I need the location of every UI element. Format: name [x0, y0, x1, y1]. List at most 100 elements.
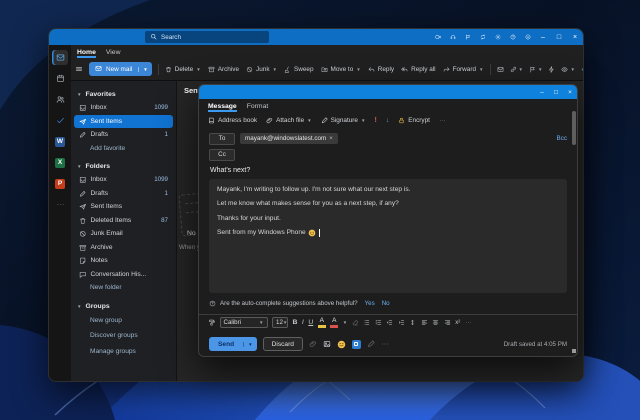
discard-button[interactable]: Discard — [263, 337, 303, 351]
sidebar-item-new-group[interactable]: New group — [74, 313, 173, 329]
hamburger-menu-icon[interactable] — [75, 65, 83, 73]
autocomplete-yes-link[interactable]: Yes — [365, 300, 375, 307]
message-body-editor[interactable]: Mayank, I'm writing to follow up. I'm no… — [209, 179, 567, 293]
paperclip-button[interactable] — [309, 340, 317, 348]
link-button[interactable]: ▼ — [510, 66, 523, 73]
flag-icon[interactable] — [460, 29, 475, 45]
more-button[interactable] — [439, 117, 446, 124]
numbering-button[interactable] — [375, 319, 382, 326]
indent-button[interactable] — [398, 319, 405, 326]
eraser-button[interactable] — [352, 319, 359, 326]
cc-button[interactable]: Cc — [209, 149, 235, 161]
reply-button[interactable]: Reply — [368, 66, 394, 73]
address-book-button[interactable]: Address book — [208, 117, 257, 124]
encrypt-button[interactable]: Encrypt — [398, 117, 430, 124]
subject-field[interactable]: What's next? — [209, 164, 567, 179]
send-dropdown[interactable]: ▼ — [243, 342, 256, 347]
sidebar-section-groups[interactable]: ▼Groups — [71, 300, 176, 313]
underline-button[interactable]: U — [308, 319, 313, 326]
maximize-button[interactable]: □ — [551, 29, 567, 45]
rail-item-more[interactable] — [52, 197, 68, 212]
sidebar-item-deleted-items[interactable]: Deleted Items87 — [74, 214, 173, 228]
loop-component-button[interactable] — [352, 340, 361, 349]
sidebar-item-sent-items[interactable]: Sent Items — [74, 115, 173, 129]
emoji-button[interactable] — [337, 340, 346, 349]
sidebar-item-conversation-his-[interactable]: Conversation His... — [74, 268, 173, 282]
sidebar-item-drafts[interactable]: Drafts1 — [74, 128, 173, 142]
new-mail-dropdown[interactable]: ▼ — [138, 67, 151, 72]
gear-icon[interactable] — [490, 29, 505, 45]
help-icon[interactable] — [505, 29, 520, 45]
painter-button[interactable] — [208, 319, 215, 326]
bullets-button[interactable] — [363, 319, 370, 326]
new-mail-button[interactable]: New mail ▼ — [89, 62, 152, 76]
rail-item-todo[interactable] — [52, 113, 68, 128]
compose-tab-format[interactable]: Format — [247, 103, 269, 112]
forward-button[interactable]: Forward▼ — [443, 66, 484, 73]
bcc-link[interactable]: Bcc — [557, 135, 568, 142]
compose-scrollbar[interactable] — [572, 101, 576, 353]
image-button[interactable] — [323, 340, 331, 348]
sidebar-item-notes[interactable]: Notes — [74, 254, 173, 268]
sidebar-item-junk-email[interactable]: Junk Email — [74, 227, 173, 241]
rail-item-people[interactable] — [52, 92, 68, 107]
eye-button[interactable]: ▼ — [561, 66, 574, 73]
flag-button[interactable]: ▼ — [529, 66, 542, 73]
move-to-button[interactable]: Move to▼ — [321, 66, 361, 73]
minimize-button[interactable]: – — [535, 29, 551, 45]
junk-button[interactable]: Junk▼ — [246, 66, 277, 73]
compose-close-button[interactable]: × — [563, 85, 577, 99]
importance-high-button[interactable]: ! — [374, 117, 376, 124]
delete-button[interactable]: Delete▼ — [165, 66, 201, 73]
sidebar-item-discover-groups[interactable]: Discover groups — [74, 328, 173, 344]
sidebar-item-inbox[interactable]: Inbox1099 — [74, 173, 173, 187]
draw-button[interactable] — [367, 340, 375, 348]
recipient-chip[interactable]: mayank@windowslatest.com × — [240, 133, 338, 144]
close-button[interactable]: × — [567, 29, 583, 45]
bold-button[interactable]: B — [293, 319, 298, 326]
font-size-select[interactable]: 12▼ — [272, 317, 288, 328]
importance-low-button[interactable]: ↓ — [386, 117, 390, 124]
sweep-button[interactable]: Sweep — [284, 66, 314, 73]
superscript-button[interactable]: x² — [455, 320, 460, 326]
remove-recipient-icon[interactable]: × — [329, 136, 333, 142]
sidebar-item-sent-items[interactable]: Sent Items — [74, 200, 173, 214]
italic-button[interactable]: I — [302, 319, 304, 326]
ribbon-tab-view[interactable]: View — [106, 49, 121, 58]
more-button[interactable] — [381, 340, 389, 348]
camera-icon[interactable] — [430, 29, 445, 45]
signature-button[interactable]: Signature▼ — [321, 117, 366, 124]
highlight-button[interactable]: A — [318, 318, 326, 328]
to-button[interactable]: To — [209, 133, 235, 145]
more-button[interactable] — [465, 319, 472, 326]
spacing-button[interactable] — [409, 319, 416, 326]
rail-item-word[interactable]: W — [52, 134, 68, 149]
rail-item-calendar[interactable] — [52, 71, 68, 86]
headset-icon[interactable] — [445, 29, 460, 45]
attach-file-button[interactable]: Attach file▼ — [266, 117, 312, 124]
compose-maximize-button[interactable]: □ — [549, 85, 563, 99]
rail-item-excel[interactable]: X — [52, 155, 68, 170]
autocomplete-no-link[interactable]: No — [382, 300, 390, 307]
compose-tab-message[interactable]: Message — [208, 103, 237, 112]
align-right-button[interactable] — [444, 319, 451, 326]
font-color-button[interactable]: A — [330, 318, 338, 328]
tag-button[interactable]: ▼ — [581, 66, 583, 73]
archive-button[interactable]: Archive — [208, 66, 239, 73]
font-family-select[interactable]: Calibri▼ — [220, 317, 268, 328]
outdent-button[interactable] — [386, 319, 393, 326]
compose-minimize-button[interactable]: – — [535, 85, 549, 99]
compose-titlebar[interactable]: –□× — [199, 85, 577, 99]
search-input[interactable]: Search — [145, 31, 269, 43]
scrollbar-down-arrow[interactable] — [572, 349, 576, 353]
send-button[interactable]: Send ▼ — [209, 337, 257, 351]
align-left-button[interactable] — [421, 319, 428, 326]
scrollbar-thumb[interactable] — [572, 111, 576, 145]
sidebar-item-inbox[interactable]: Inbox1099 — [74, 101, 173, 115]
feedback-icon[interactable] — [520, 29, 535, 45]
sidebar-item-archive[interactable]: Archive — [74, 241, 173, 255]
zap-button[interactable] — [548, 66, 555, 73]
ribbon-tab-home[interactable]: Home — [77, 49, 96, 58]
rail-item-mail[interactable] — [52, 50, 68, 65]
sync-icon[interactable] — [475, 29, 490, 45]
